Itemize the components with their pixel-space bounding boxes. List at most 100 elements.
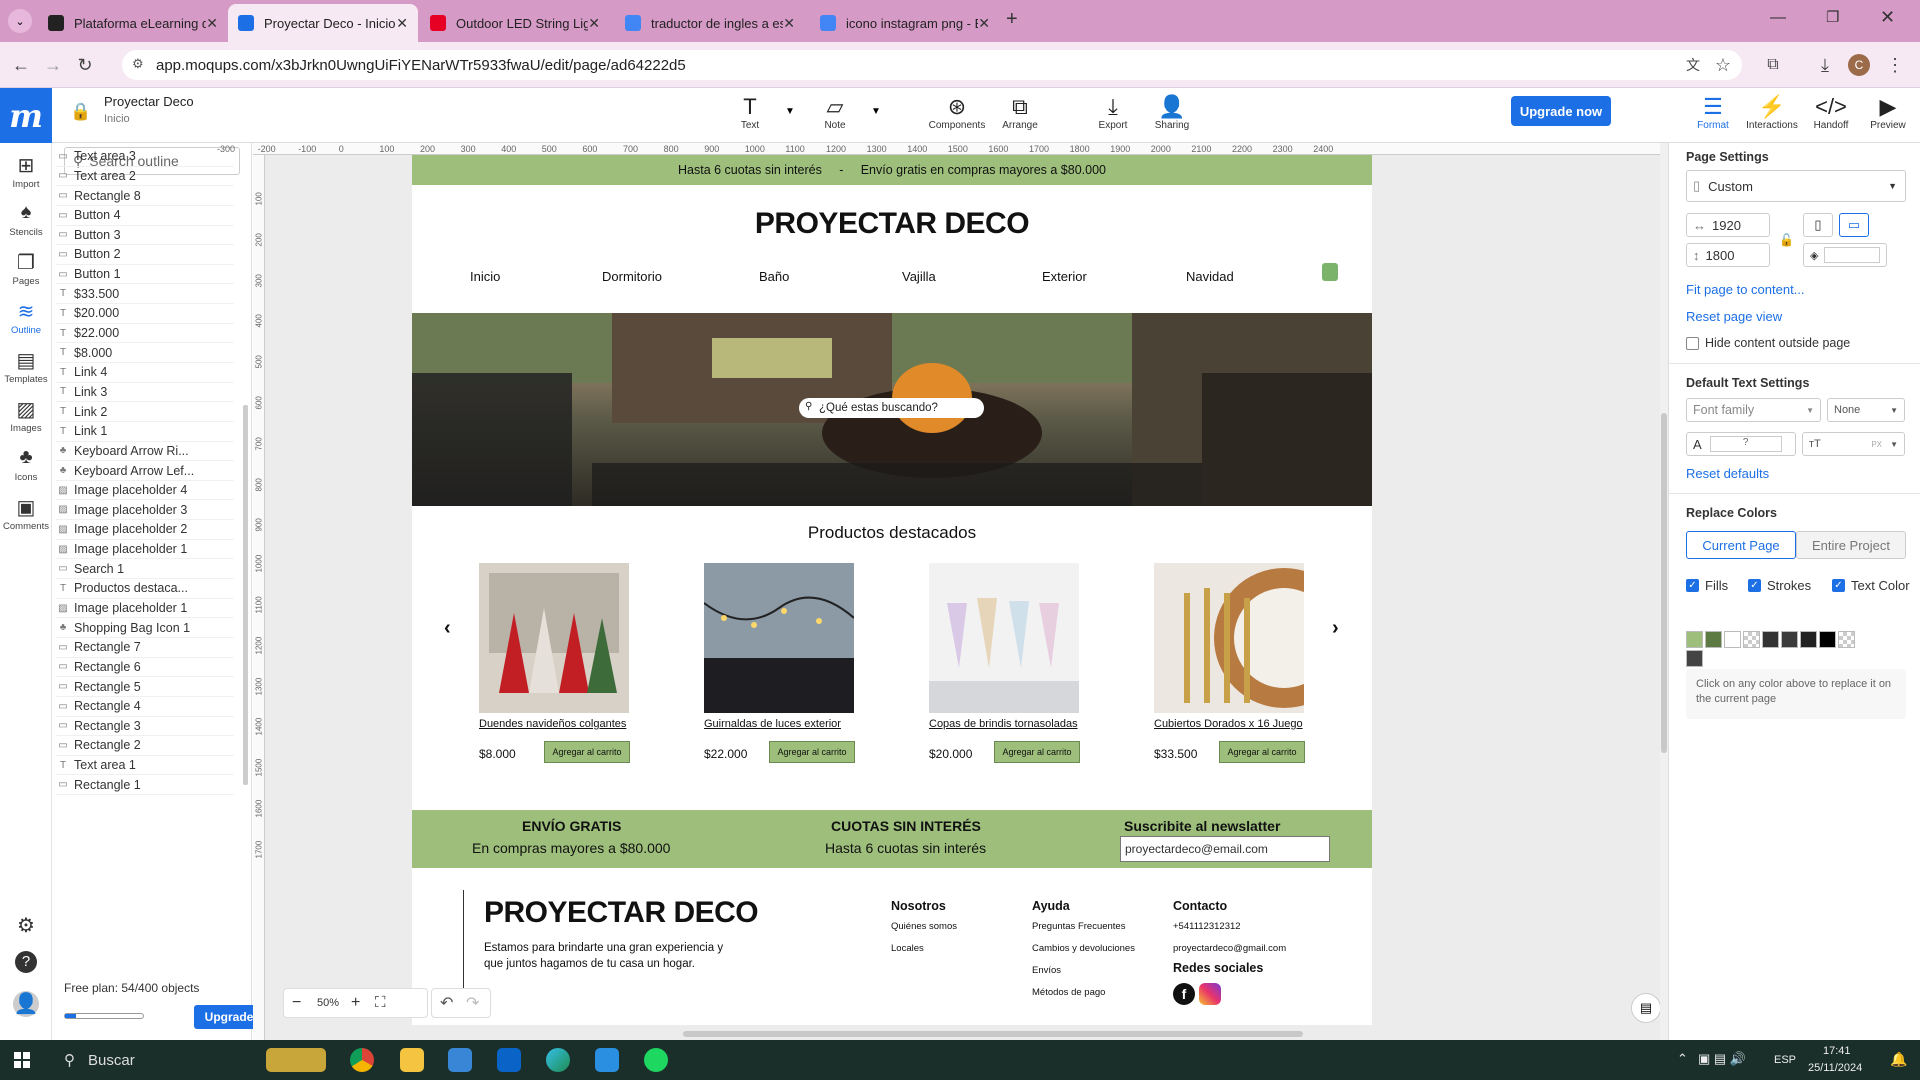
help-icon[interactable]: ? bbox=[0, 951, 52, 973]
close-window-button[interactable]: ✕ bbox=[1880, 7, 1895, 28]
outline-item[interactable]: T Productos destaca... bbox=[56, 579, 234, 599]
instagram-icon[interactable] bbox=[1199, 983, 1221, 1005]
close-tab-icon[interactable]: ✕ bbox=[783, 15, 795, 32]
rail-comments[interactable]: ▣ Comments bbox=[0, 495, 52, 532]
outline-item[interactable]: ▭ Text area 2 bbox=[56, 167, 234, 187]
minimize-button[interactable]: — bbox=[1770, 9, 1786, 27]
outlook-icon[interactable] bbox=[497, 1048, 521, 1072]
nav-link-bano[interactable]: Baño bbox=[759, 269, 789, 284]
clock-time[interactable]: 17:41 bbox=[1823, 1045, 1851, 1057]
tab-current-page[interactable]: Current Page bbox=[1686, 531, 1796, 559]
product-image[interactable] bbox=[479, 563, 629, 713]
outline-item[interactable]: ▭ Rectangle 5 bbox=[56, 677, 234, 697]
color-swatch[interactable] bbox=[1800, 631, 1817, 648]
product-name-link[interactable]: Cubiertos Dorados x 16 Juego bbox=[1154, 718, 1304, 730]
add-to-cart-button[interactable]: Agregar al carrito bbox=[769, 741, 855, 763]
font-size-input[interactable]: ᴛT PX ▼ bbox=[1802, 432, 1905, 456]
outline-item[interactable]: T Link 2 bbox=[56, 402, 234, 422]
rail-templates[interactable]: ▤ Templates bbox=[0, 348, 52, 385]
outline-item[interactable]: ▭ Search 1 bbox=[56, 559, 234, 580]
file-explorer-icon[interactable] bbox=[400, 1048, 424, 1072]
settings-icon[interactable]: ⚙ bbox=[0, 913, 52, 939]
footer-link[interactable]: Cambios y devoluciones bbox=[1032, 943, 1135, 954]
site-info-icon[interactable]: ⚙ bbox=[132, 56, 144, 72]
footer-link[interactable]: Preguntas Frecuentes bbox=[1032, 921, 1125, 932]
back-icon[interactable]: ← bbox=[8, 52, 34, 78]
browser-tab[interactable]: icono instagram png - Buscar c✕ bbox=[810, 4, 1000, 42]
rail-icons[interactable]: ♣ Icons bbox=[0, 446, 52, 483]
chrome-icon[interactable] bbox=[350, 1048, 374, 1072]
browser-menu-icon[interactable]: ⋮ bbox=[1882, 52, 1908, 78]
windows-start-icon[interactable] bbox=[14, 1052, 30, 1068]
handoff-tool[interactable]: </> Handoff bbox=[1801, 94, 1861, 131]
color-swatch[interactable] bbox=[1724, 631, 1741, 648]
components-tool[interactable]: ⊛ Components bbox=[927, 94, 987, 131]
upgrade-now-button[interactable]: Upgrade now bbox=[1511, 96, 1611, 126]
keyboard-arrow-left-icon[interactable]: ‹ bbox=[444, 617, 451, 640]
note-dropdown-icon[interactable]: ▼ bbox=[871, 106, 881, 117]
canvas-area[interactable]: -300 -200 -100 0 100 200 300 400 500 600 700 800 900… bbox=[217, 143, 1668, 1040]
arrange-tool[interactable]: ⧉ Arrange bbox=[990, 94, 1050, 131]
note-tool[interactable]: ▱ Note bbox=[805, 94, 865, 131]
color-swatch[interactable] bbox=[1705, 631, 1722, 648]
product-image[interactable] bbox=[929, 563, 1079, 713]
browser-tab[interactable]: Outdoor LED String Lights - Bla✕ bbox=[420, 4, 610, 42]
page-name[interactable]: Inicio bbox=[104, 113, 130, 125]
product-name-link[interactable]: Copas de brindis tornasoladas bbox=[929, 718, 1079, 730]
hero-image[interactable]: ⚲ ¿Qué estas buscando? bbox=[412, 313, 1372, 506]
add-to-cart-button[interactable]: Agregar al carrito bbox=[994, 741, 1080, 763]
sharing-tool[interactable]: 👤 Sharing bbox=[1142, 94, 1202, 131]
outline-item[interactable]: ▭ Button 2 bbox=[56, 245, 234, 265]
tab-list-icon[interactable]: ⌄ bbox=[8, 9, 32, 33]
promo-bar[interactable]: Hasta 6 cuotas sin interés - Envío grati… bbox=[412, 155, 1372, 185]
color-swatch[interactable] bbox=[1686, 650, 1703, 667]
fills-checkbox[interactable]: ✓ Fills bbox=[1686, 578, 1728, 593]
translate-icon[interactable]: 文 bbox=[1680, 52, 1706, 78]
product-name-link[interactable]: Duendes navideños colgantes bbox=[479, 718, 629, 730]
text-color-checkbox[interactable]: ✓ Text Color bbox=[1832, 578, 1910, 593]
product-image[interactable] bbox=[1154, 563, 1304, 713]
nav-link-inicio[interactable]: Inicio bbox=[470, 269, 500, 284]
outline-item[interactable]: ▨ Image placeholder 3 bbox=[56, 501, 234, 521]
outline-item[interactable]: ▭ Rectangle 1 bbox=[56, 775, 234, 796]
zoom-in-button[interactable]: + bbox=[351, 994, 360, 1012]
vertical-scrollbar[interactable] bbox=[1660, 143, 1668, 1040]
browser-tab[interactable]: Plataforma eLearning de Coder✕ bbox=[38, 4, 228, 42]
outline-item[interactable]: T $20.000 bbox=[56, 304, 234, 324]
text-tool[interactable]: T Text bbox=[720, 94, 780, 131]
footer-link[interactable]: Quiénes somos bbox=[891, 921, 957, 932]
outline-item[interactable]: T $8.000 bbox=[56, 343, 234, 363]
new-tab-button[interactable]: + bbox=[1006, 8, 1018, 31]
preview-tool[interactable]: ▶ Preview bbox=[1858, 94, 1918, 131]
hide-outside-checkbox[interactable]: Hide content outside page bbox=[1686, 336, 1850, 350]
nav-link-exterior[interactable]: Exterior bbox=[1042, 269, 1087, 284]
undo-icon[interactable]: ↶ bbox=[440, 993, 453, 1013]
moqups-logo[interactable]: m bbox=[0, 88, 52, 143]
fit-page-link[interactable]: Fit page to content... bbox=[1686, 282, 1805, 297]
forward-icon[interactable]: → bbox=[40, 52, 66, 78]
outline-item[interactable]: ▭ Rectangle 4 bbox=[56, 697, 234, 717]
product-name-link[interactable]: Guirnaldas de luces exterior bbox=[704, 718, 854, 730]
format-tool[interactable]: ☰ Format bbox=[1683, 94, 1743, 131]
outline-scrollbar[interactable] bbox=[243, 405, 248, 785]
notifications-icon[interactable]: 🔔 bbox=[1890, 1051, 1907, 1068]
redo-icon[interactable]: ↷ bbox=[466, 993, 479, 1013]
restore-button[interactable]: ❐ bbox=[1826, 8, 1839, 26]
language-indicator[interactable]: ESP bbox=[1774, 1054, 1796, 1066]
vscode-icon[interactable] bbox=[595, 1048, 619, 1072]
nav-link-dormitorio[interactable]: Dormitorio bbox=[602, 269, 662, 284]
page-background-color[interactable]: ◈ bbox=[1803, 243, 1887, 267]
spotify-icon[interactable] bbox=[644, 1048, 668, 1072]
rail-stencils[interactable]: ♠ Stencils bbox=[0, 201, 52, 238]
outline-item[interactable]: ▨ Image placeholder 2 bbox=[56, 520, 234, 540]
nav-link-navidad[interactable]: Navidad bbox=[1186, 269, 1234, 284]
browser-tab[interactable]: traductor de ingles a español -✕ bbox=[615, 4, 805, 42]
landscape-button[interactable]: ▭ bbox=[1839, 213, 1869, 237]
fit-screen-icon[interactable]: ⛶ bbox=[375, 994, 386, 1011]
facebook-icon[interactable]: f bbox=[1173, 983, 1195, 1005]
add-to-cart-button[interactable]: Agregar al carrito bbox=[1219, 741, 1305, 763]
close-tab-icon[interactable]: ✕ bbox=[588, 15, 600, 32]
outline-item[interactable]: T Link 4 bbox=[56, 363, 234, 383]
color-swatch[interactable] bbox=[1781, 631, 1798, 648]
extensions-icon[interactable]: ⧉ bbox=[1760, 52, 1786, 78]
